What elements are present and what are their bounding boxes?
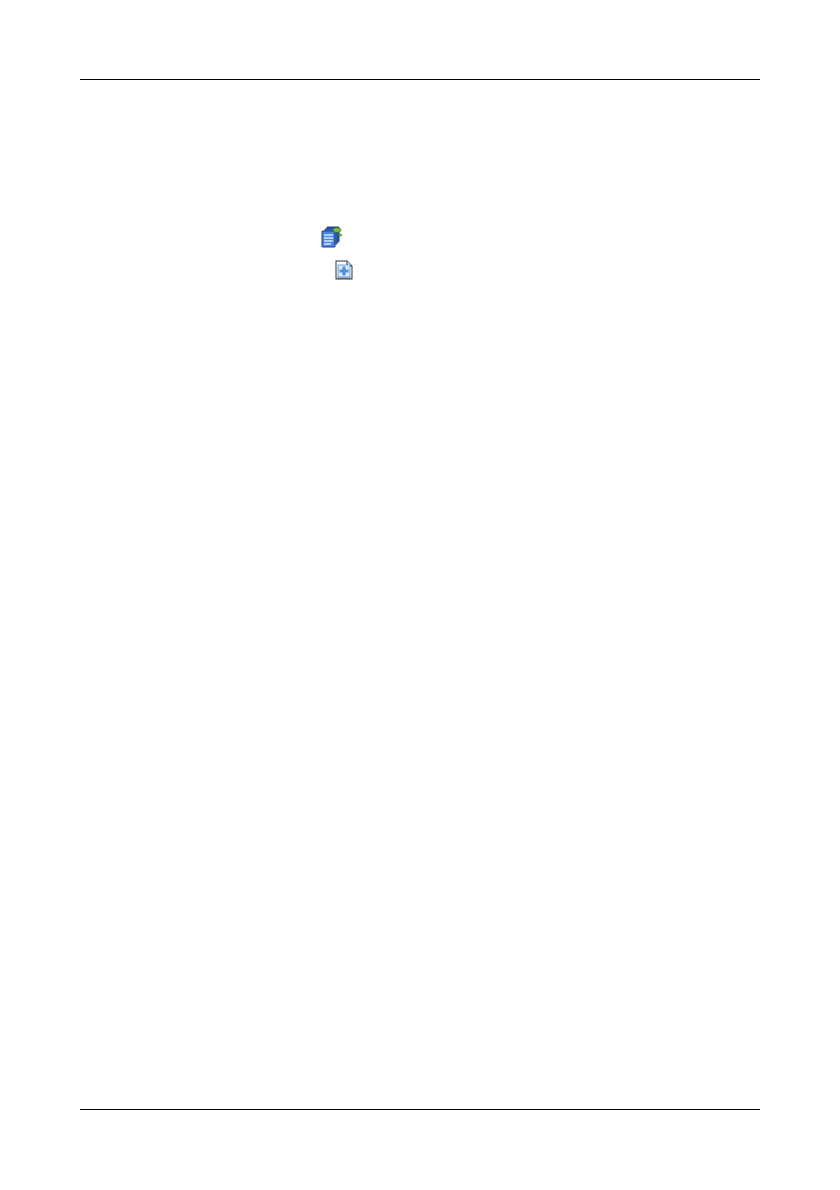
footer-rule (80, 1109, 760, 1110)
document-page (0, 0, 840, 1190)
header-rule (80, 79, 760, 80)
document-plus-icon (335, 260, 353, 280)
logical-drive-stack-icon (321, 226, 343, 248)
